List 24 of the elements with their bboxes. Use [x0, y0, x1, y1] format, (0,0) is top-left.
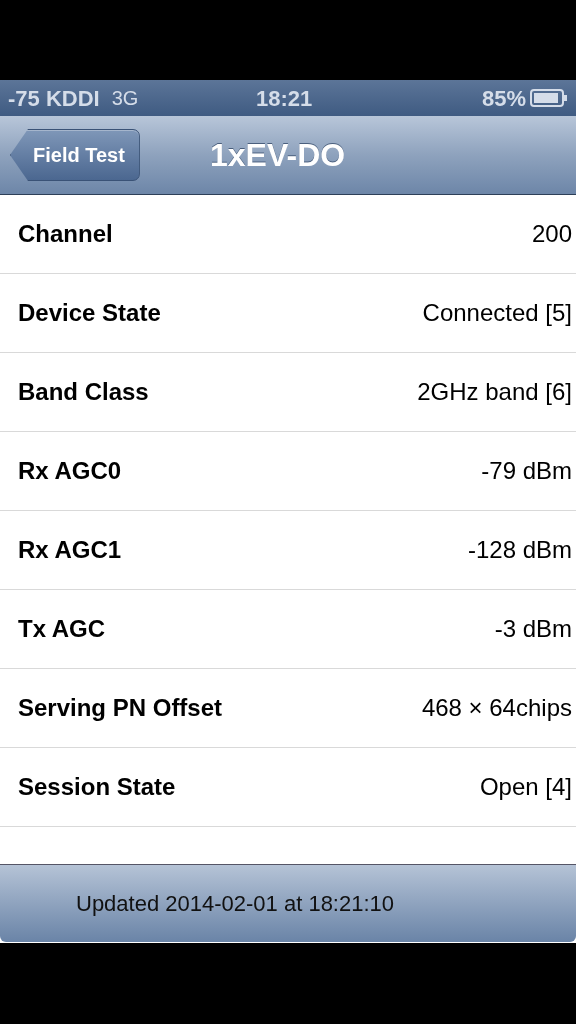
- row-value: 468 × 64chips: [421, 693, 572, 723]
- row-label: Serving PN Offset: [18, 693, 223, 723]
- row-label: Band Class: [18, 377, 149, 407]
- row-value: 2GHz band [6]: [417, 377, 572, 407]
- row-value: 200: [531, 219, 572, 249]
- update-time-text: Updated 2014-02-01 at 18:21:10: [76, 890, 395, 918]
- row-value: Connected [5]: [422, 298, 572, 328]
- network-type: 3G: [111, 86, 139, 111]
- clock: 18:21: [256, 84, 313, 113]
- row-value: Open [4]: [479, 772, 572, 802]
- row-label: Rx AGC0: [18, 456, 122, 486]
- carrier-text: -75 KDDI: [8, 84, 100, 113]
- row-label: Channel: [18, 219, 113, 249]
- row-label: Device State: [18, 298, 161, 328]
- row-label: Tx AGC: [18, 614, 106, 644]
- battery-icon: [530, 89, 568, 107]
- row-value: -3 dBm: [494, 614, 572, 644]
- screen-title: 1xEV-DO: [210, 136, 346, 175]
- row-value: -79 dBm: [481, 456, 572, 486]
- row-label: Session State: [18, 772, 176, 802]
- row-label: Rx AGC1: [18, 535, 122, 565]
- back-button[interactable]: Field Test: [10, 129, 140, 181]
- battery-percent: 85%: [481, 84, 526, 113]
- row-value: -128 dBm: [467, 535, 572, 565]
